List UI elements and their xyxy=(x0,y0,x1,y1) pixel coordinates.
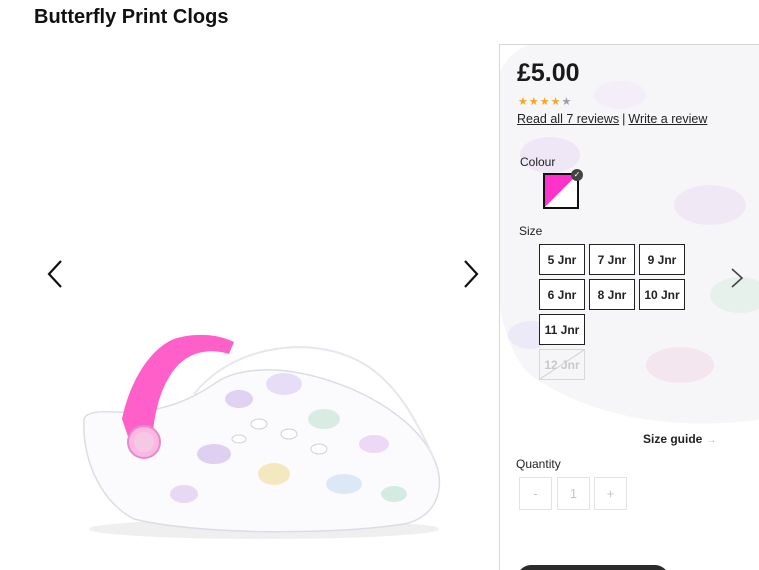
read-reviews-link[interactable]: Read all 7 reviews xyxy=(517,112,619,126)
half-star-icon: ★ xyxy=(561,96,572,108)
colour-swatch-pink[interactable]: ✓ xyxy=(543,169,583,209)
page-title: Butterfly Print Clogs xyxy=(34,6,229,28)
star-icon: ★ xyxy=(550,96,561,108)
star-icon: ★ xyxy=(528,96,539,108)
quantity-label: Quantity xyxy=(516,457,561,471)
checkmark-icon: ✓ xyxy=(571,169,583,181)
chevron-right-icon xyxy=(464,260,479,288)
size-option-11-jnr[interactable]: 11 Jnr xyxy=(539,314,585,345)
add-to-basket-button[interactable] xyxy=(517,565,669,570)
star-icon: ★ xyxy=(518,96,528,108)
size-option-8-jnr[interactable]: 8 Jnr xyxy=(589,279,635,310)
gallery-prev-button[interactable] xyxy=(40,254,70,294)
chevron-left-icon xyxy=(47,260,62,288)
size-option-5-jnr[interactable]: 5 Jnr xyxy=(539,244,585,275)
quantity-decrement-button[interactable]: - xyxy=(519,477,552,510)
write-review-link[interactable]: Write a review xyxy=(628,112,707,126)
size-label: Size xyxy=(519,224,543,238)
arrow-right-icon: → xyxy=(706,435,717,446)
reviews-separator: | xyxy=(622,112,626,126)
size-option-10-jnr[interactable]: 10 Jnr xyxy=(639,279,685,310)
size-guide-link[interactable]: Size guide → xyxy=(643,432,716,446)
gallery-next-button[interactable] xyxy=(456,254,486,294)
size-option-6-jnr[interactable]: 6 Jnr xyxy=(539,279,585,310)
strikethrough-icon xyxy=(540,350,584,379)
reviews-links: Read all 7 reviews | Write a review xyxy=(517,112,707,126)
product-price: £5.00 xyxy=(517,59,580,87)
chevron-right-icon[interactable] xyxy=(730,267,744,289)
quantity-input[interactable]: 1 xyxy=(557,477,590,510)
product-image xyxy=(83,334,441,539)
quantity-increment-button[interactable]: + xyxy=(594,477,627,510)
size-guide-label: Size guide xyxy=(643,432,703,446)
star-icon: ★ xyxy=(539,96,550,108)
size-option-12-jnr-unavailable: 12 Jnr xyxy=(539,349,585,380)
size-option-7-jnr[interactable]: 7 Jnr xyxy=(589,244,635,275)
colour-label: Colour xyxy=(520,155,556,169)
star-rating: ★ ★ ★ ★ ★ xyxy=(518,97,571,108)
size-option-9-jnr[interactable]: 9 Jnr xyxy=(639,244,685,275)
product-details-panel: £5.00 ★ ★ ★ ★ ★ Read all 7 reviews | Write… xyxy=(499,44,759,570)
product-gallery xyxy=(34,44,496,570)
swatch-graphic xyxy=(545,175,577,207)
